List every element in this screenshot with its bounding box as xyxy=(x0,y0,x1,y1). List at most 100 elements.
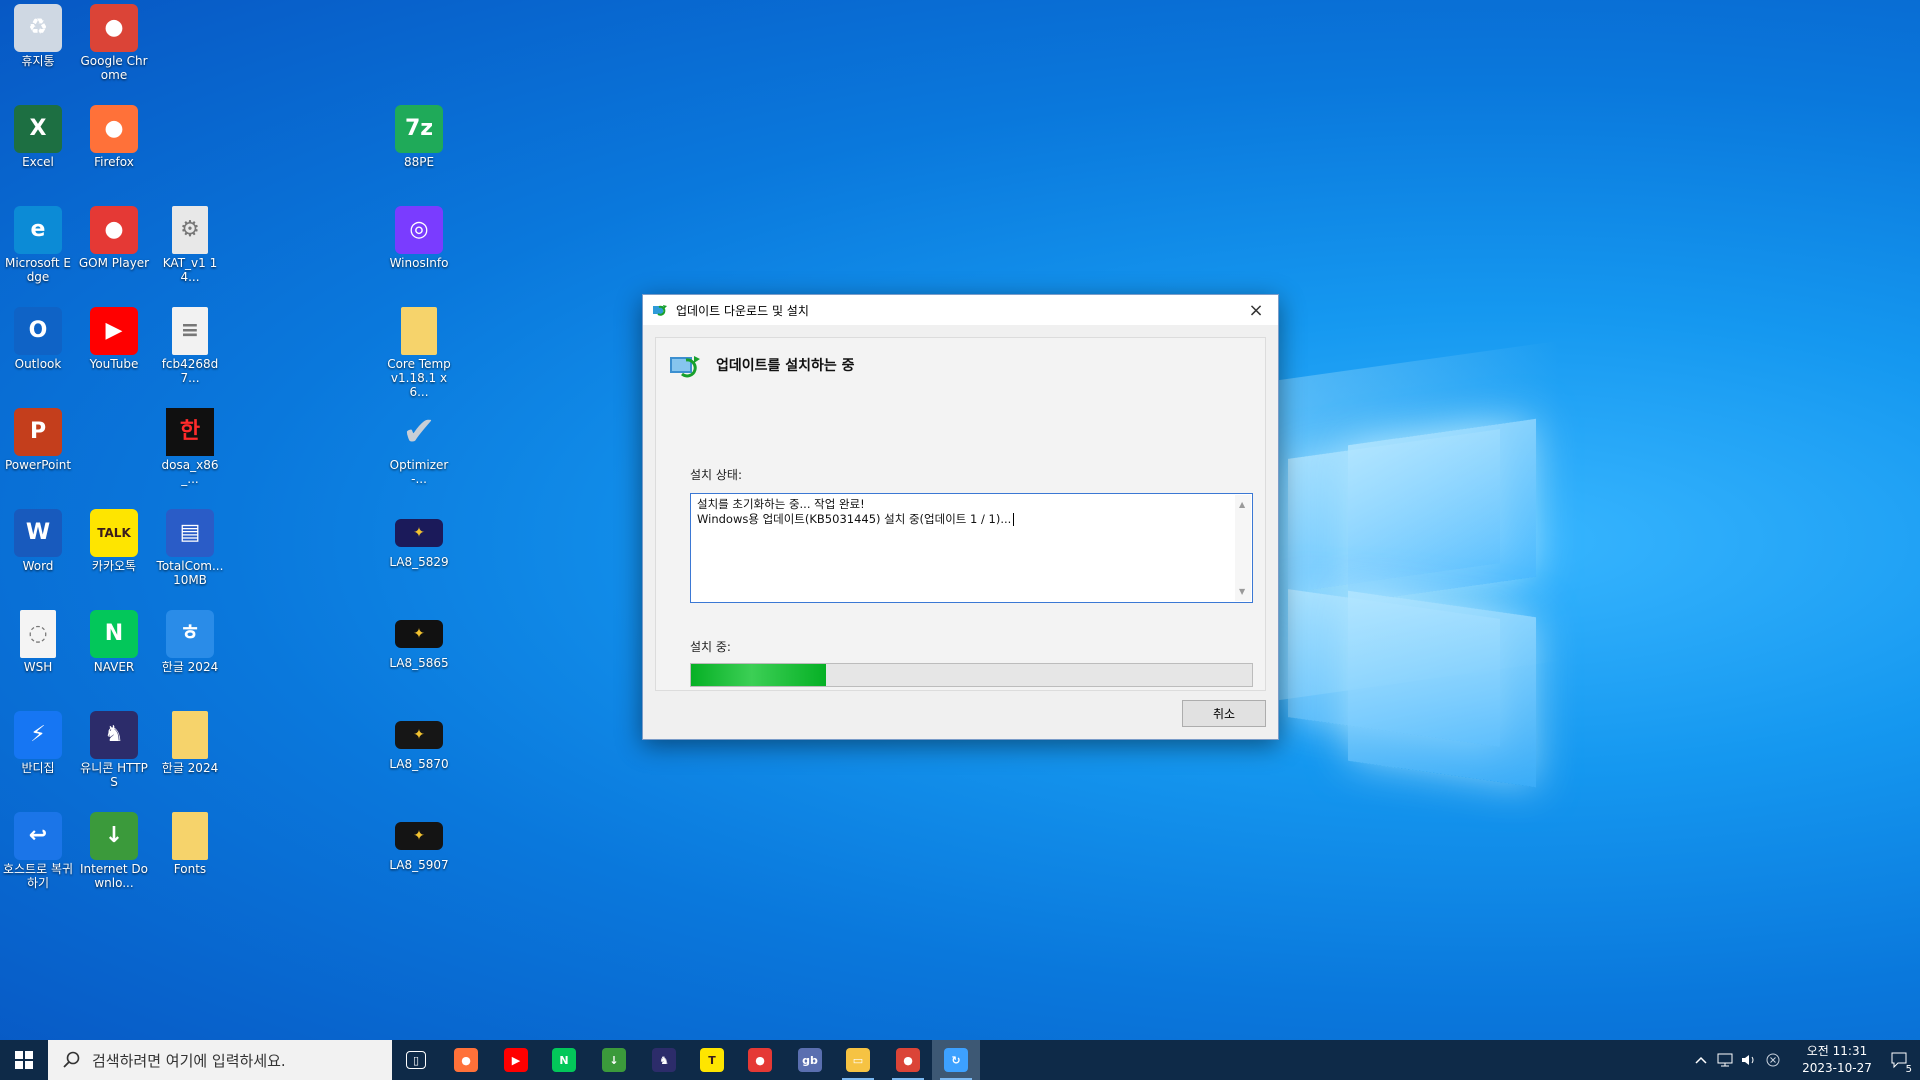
image-icon: ✦ xyxy=(395,721,443,749)
desktop-icon[interactable]: 한글 2024 xyxy=(152,707,228,807)
taskbar-app-button[interactable]: N xyxy=(540,1040,588,1080)
taskbar-app-button[interactable]: ▶ xyxy=(492,1040,540,1080)
desktop-icon[interactable]: N NAVER xyxy=(76,606,152,706)
desktop-icon-label: Optimizer-... xyxy=(389,458,449,486)
taskbar-app-button[interactable]: ● xyxy=(442,1040,490,1080)
desktop-icon[interactable]: ● GOM Player xyxy=(76,202,152,302)
dosa-icon: 한 xyxy=(166,408,214,456)
desktop-icon[interactable]: ✦ LA8_5907 xyxy=(381,808,457,908)
desktop-icon[interactable]: ↓ Internet Downlo... xyxy=(76,808,152,908)
excel-icon: X xyxy=(14,105,62,153)
desktop-icon[interactable]: ● Firefox xyxy=(76,101,152,201)
unicorn-icon: ♞ xyxy=(90,711,138,759)
taskbar-app-button[interactable]: ↓ xyxy=(590,1040,638,1080)
desktop-icon[interactable]: ↩ 호스트로 복귀하기 xyxy=(0,808,76,908)
start-button[interactable] xyxy=(0,1040,48,1080)
dialog-titlebar[interactable]: 업데이트 다운로드 및 설치 × xyxy=(643,295,1278,325)
desktop-icon-label: 한글 2024 xyxy=(161,761,219,775)
taskbar-app-button[interactable]: ● xyxy=(736,1040,784,1080)
taskbar-app-button[interactable]: ▭ xyxy=(834,1040,882,1080)
checkmark-icon: ✔ xyxy=(402,409,436,455)
desktop-icon-label: 한글 2024 xyxy=(161,660,219,674)
scroll-up-icon[interactable]: ▲ xyxy=(1239,497,1245,512)
update-dialog: 업데이트 다운로드 및 설치 × 업데이트를 설치하는 중 설치 상태: 설치를… xyxy=(642,294,1279,740)
desktop-icon[interactable]: ≡ fcb4268d7... xyxy=(152,303,228,403)
search-box[interactable]: 검색하려면 여기에 입력하세요. xyxy=(48,1040,392,1080)
desktop-icon[interactable]: ⚡ 반디집 xyxy=(0,707,76,807)
search-icon xyxy=(63,1051,80,1068)
scrollbar[interactable]: ▲ ▼ xyxy=(1235,495,1251,601)
windows-logo-icon xyxy=(15,1051,33,1069)
desktop-icon[interactable]: TALK 카카오톡 xyxy=(76,505,152,605)
desktop-icon[interactable]: X Excel xyxy=(0,101,76,201)
youtube-icon: ▶ xyxy=(504,1048,528,1072)
desktop-icon[interactable]: ● Google Chrome xyxy=(76,0,152,100)
scroll-down-icon[interactable]: ▼ xyxy=(1239,584,1245,599)
wallpaper-logo-pane xyxy=(1348,418,1536,604)
taskbar-app-button[interactable]: T xyxy=(688,1040,736,1080)
desktop-icon[interactable]: ◌ WSH xyxy=(0,606,76,706)
desktop-icon-label: Word xyxy=(22,559,54,573)
desktop-icon-label: 호스트로 복귀하기 xyxy=(2,862,74,890)
desktop-icon[interactable]: ㅎ 한글 2024 xyxy=(152,606,228,706)
desktop-icon-label: Firefox xyxy=(94,155,134,169)
desktop-icon[interactable]: ♻ 휴지통 xyxy=(0,0,76,100)
taskbar-app-button[interactable]: ▯ xyxy=(392,1040,440,1080)
clock-date: 2023-10-27 xyxy=(1802,1061,1872,1075)
clock[interactable]: 오전 11:31 2023-10-27 xyxy=(1798,1043,1876,1077)
firefox-icon: ● xyxy=(454,1048,478,1072)
desktop-icon[interactable]: 7z 88PE xyxy=(381,101,457,201)
youtube-icon: ▶ xyxy=(90,307,138,355)
desktop-icon[interactable]: ✦ LA8_5829 xyxy=(381,505,457,605)
cancel-button[interactable]: 취소 xyxy=(1182,700,1266,727)
folder-icon xyxy=(401,307,437,355)
network-icon[interactable] xyxy=(1714,1040,1736,1080)
desktop-icon-label: 반디집 xyxy=(21,761,55,775)
outlook-icon: O xyxy=(14,307,62,355)
desktop-icon[interactable]: Core Temp v1.18.1 x6... xyxy=(381,303,457,403)
taskbar-app-button[interactable]: ↻ xyxy=(932,1040,980,1080)
desktop-icon[interactable]: ✔ Optimizer-... xyxy=(381,404,457,504)
task-view-icon: ▯ xyxy=(406,1051,426,1069)
desktop-icon[interactable]: W Word xyxy=(0,505,76,605)
desktop-icon[interactable]: ♞ 유니콘 HTTPS xyxy=(76,707,152,807)
status-textbox[interactable]: 설치를 초기화하는 중... 작업 완료! Windows용 업데이트(KB50… xyxy=(690,493,1253,603)
desktop-icon-label: WSH xyxy=(23,660,53,674)
wallpaper-logo-pane xyxy=(1348,590,1536,788)
desktop-icon[interactable]: 한 dosa_x86_... xyxy=(152,404,228,504)
desktop-icon-label: WinosInfo xyxy=(389,256,449,270)
desktop-icon[interactable]: O Outlook xyxy=(0,303,76,403)
progress-fill xyxy=(691,664,826,686)
gb-icon: gb xyxy=(798,1048,822,1072)
document-icon: ≡ xyxy=(172,307,208,355)
taskbar: 검색하려면 여기에 입력하세요. ▯ ● ▶ N ↓ ♞ T ● gb ▭ ● ↻ 오전 11:31 … xyxy=(0,1040,1920,1080)
windows-update-icon xyxy=(653,305,667,316)
desktop-icon[interactable]: ⚙ KAT_v1 14... xyxy=(152,202,228,302)
taskbar-app-button[interactable]: ● xyxy=(884,1040,932,1080)
desktop-icon-label: LA8_5870 xyxy=(389,757,449,771)
desktop-icon[interactable]: ✦ LA8_5865 xyxy=(381,606,457,706)
desktop-icon[interactable]: ▤ TotalCom... 10MB xyxy=(152,505,228,605)
desktop-icon[interactable]: ◎ WinosInfo xyxy=(381,202,457,302)
close-icon[interactable]: × xyxy=(1234,295,1278,325)
desktop-icon-label: Outlook xyxy=(14,357,62,371)
script-file-icon: ◌ xyxy=(20,610,56,658)
idm-icon: ↓ xyxy=(602,1048,626,1072)
desktop-icon-label: Excel xyxy=(22,155,54,169)
notification-center-icon[interactable]: 5 xyxy=(1880,1040,1920,1080)
chevron-up-icon[interactable] xyxy=(1690,1040,1712,1080)
volume-icon[interactable] xyxy=(1738,1040,1760,1080)
file-explorer-icon: ▭ xyxy=(846,1048,870,1072)
desktop-icon-label: Fonts xyxy=(173,862,207,876)
desktop-icon[interactable]: e Microsoft Edge xyxy=(0,202,76,302)
status-line: Windows용 업데이트(KB5031445) 설치 중(업데이트 1 / 1… xyxy=(697,512,1012,526)
dialog-heading: 업데이트를 설치하는 중 xyxy=(716,358,855,374)
desktop-icon[interactable]: Fonts xyxy=(152,808,228,908)
status-x-icon[interactable] xyxy=(1762,1040,1784,1080)
desktop-icon[interactable]: P PowerPoint xyxy=(0,404,76,504)
desktop-icon[interactable]: ▶ YouTube xyxy=(76,303,152,403)
taskbar-app-button[interactable]: ♞ xyxy=(640,1040,688,1080)
desktop-icon[interactable]: ✦ LA8_5870 xyxy=(381,707,457,807)
desktop-icon-label: TotalCom... 10MB xyxy=(156,559,224,587)
taskbar-app-button[interactable]: gb xyxy=(786,1040,834,1080)
